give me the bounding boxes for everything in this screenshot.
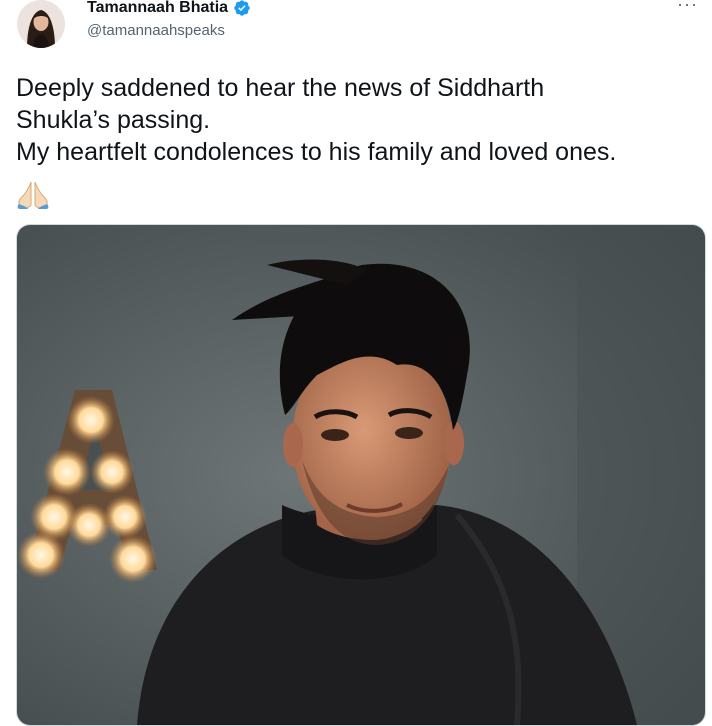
tweet-line: Shukla’s passing.	[16, 106, 211, 134]
author-display-name[interactable]: Tamannaah Bhatia	[87, 0, 228, 17]
tweet-line: My heartfelt condolences to his family a…	[16, 138, 617, 166]
author-avatar[interactable]	[17, 0, 65, 48]
author-handle[interactable]: @tamannaahspeaks	[87, 22, 225, 39]
more-options-icon[interactable]: ···	[677, 0, 698, 15]
author-name[interactable]: Tamannaah Bhatia	[87, 0, 251, 17]
folded-hands-emoji-icon	[17, 181, 49, 209]
tweet-media-photo[interactable]	[16, 224, 706, 726]
profile-photo-icon	[17, 0, 65, 48]
tweet-text: Deeply saddened to hear the news of Sidd…	[16, 72, 706, 168]
tweet-line: Deeply saddened to hear the news of Sidd…	[16, 74, 545, 102]
portrait-photo-icon	[17, 225, 705, 725]
verified-badge-icon	[234, 0, 250, 16]
